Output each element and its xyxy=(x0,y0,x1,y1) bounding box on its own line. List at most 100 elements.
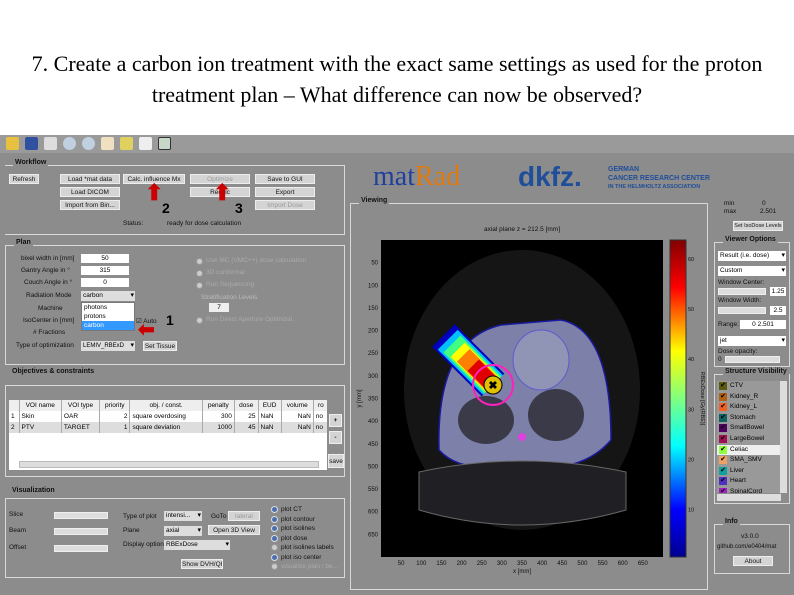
structure-item[interactable]: ✔ SpinalCord xyxy=(717,486,781,493)
cell[interactable]: square deviation xyxy=(129,422,203,433)
structure-item[interactable]: ✔ CTV xyxy=(717,381,781,392)
radmode-select[interactable]: carbon xyxy=(81,291,135,301)
set-tissue-button[interactable]: Set Tissue xyxy=(143,341,177,351)
cell[interactable]: no xyxy=(313,422,327,433)
vertical-scrollbar[interactable] xyxy=(780,381,787,493)
gantry-input[interactable]: 315 xyxy=(81,266,129,275)
zoom-in-icon[interactable] xyxy=(63,137,76,150)
open-icon[interactable] xyxy=(6,137,19,150)
conformal-radio[interactable] xyxy=(196,270,203,277)
plot-option-radio[interactable]: plot isolines xyxy=(271,524,338,534)
plot-option-radio[interactable]: plot iso center xyxy=(271,553,338,563)
window-center-input[interactable]: 1.25 xyxy=(770,287,786,296)
check-icon[interactable]: ✔ xyxy=(719,392,727,401)
option-photons[interactable]: photons xyxy=(82,303,134,312)
cell[interactable]: 300 xyxy=(202,411,235,422)
structure-item[interactable]: ✔ Liver xyxy=(717,465,781,477)
cell[interactable]: NaN xyxy=(281,422,314,433)
structure-item[interactable]: ✔ Heart xyxy=(717,476,781,487)
cell[interactable]: 25 xyxy=(234,411,259,422)
range-input[interactable]: 0 2.501 xyxy=(740,320,786,329)
window-width-input[interactable]: 2.5 xyxy=(770,306,786,315)
check-icon[interactable]: ✔ xyxy=(719,382,727,390)
cell[interactable]: no xyxy=(313,411,327,422)
plot-option-radio[interactable]: plot dose xyxy=(271,534,338,544)
type-select[interactable]: intensi... xyxy=(164,511,202,521)
check-icon[interactable]: ✔ xyxy=(719,445,727,454)
import-bin-button[interactable]: Import from Bin... xyxy=(60,200,120,210)
datacursor-icon[interactable] xyxy=(120,137,133,150)
window-width-slider[interactable] xyxy=(718,307,766,314)
colormap-select[interactable]: jet xyxy=(718,336,786,346)
table-row[interactable]: 2 PTV TARGET 1 square deviation 1000 45 NaN NaN n… xyxy=(9,422,327,433)
window-preset-select[interactable]: Custom xyxy=(718,266,786,276)
structure-item[interactable]: ✔ Celiac xyxy=(717,444,781,456)
cell[interactable]: NaN xyxy=(281,411,314,422)
slice-slider[interactable] xyxy=(54,512,108,519)
beam-slider[interactable] xyxy=(54,528,108,535)
remove-objective-button[interactable]: - xyxy=(329,431,342,444)
table-row[interactable]: 1 Skin OAR 2 square overdosing 300 25 NaN NaN no xyxy=(9,411,327,422)
add-objective-button[interactable]: + xyxy=(329,414,342,427)
cell[interactable]: 1 xyxy=(99,422,131,433)
github-link[interactable]: github.com/e0404/mat xyxy=(717,544,776,550)
cell[interactable]: NaN xyxy=(258,422,282,433)
bixel-input[interactable]: 50 xyxy=(81,254,129,263)
cell[interactable]: 2 xyxy=(99,411,131,422)
check-icon[interactable]: ✔ xyxy=(719,456,727,465)
check-icon[interactable]: ✔ xyxy=(719,424,727,433)
structure-item[interactable]: ✔ Stomach xyxy=(717,412,781,424)
cell[interactable]: TARGET xyxy=(61,422,101,433)
option-carbon[interactable]: carbon xyxy=(82,321,134,330)
strat-input[interactable]: 7 xyxy=(209,303,229,312)
set-isodose-button[interactable]: Set IsoDose Levels xyxy=(733,221,783,231)
check-icon[interactable]: ✔ xyxy=(719,403,727,412)
export-button[interactable]: Export xyxy=(255,187,315,197)
opacity-slider[interactable] xyxy=(725,356,780,363)
zoom-out-icon[interactable] xyxy=(82,137,95,150)
display-select[interactable]: RBExDose xyxy=(164,540,230,550)
plot-option-radio[interactable]: plot CT xyxy=(271,505,338,515)
plane-select[interactable]: axial xyxy=(164,526,202,536)
sequencing-radio[interactable] xyxy=(196,282,203,289)
cell[interactable]: NaN xyxy=(258,411,282,422)
cell[interactable]: PTV xyxy=(19,422,62,433)
about-button[interactable]: About xyxy=(733,556,773,566)
load-dicom-button[interactable]: Load DICOM xyxy=(60,187,120,197)
structure-item[interactable]: ✔ Kidney_L xyxy=(717,402,781,413)
plot-option-radio[interactable]: plot contour xyxy=(271,515,338,525)
import-dose-button[interactable]: Import Dose xyxy=(255,200,315,210)
load-mat-button[interactable]: Load *mat data xyxy=(60,174,120,184)
save-icon[interactable] xyxy=(25,137,38,150)
pan-icon[interactable] xyxy=(101,137,114,150)
cell[interactable]: square overdosing xyxy=(129,411,203,422)
plot-option-radio[interactable]: plot isolines labels xyxy=(271,543,338,553)
cell[interactable]: OAR xyxy=(61,411,101,422)
colorbar-icon[interactable] xyxy=(158,137,171,150)
open-3d-button[interactable]: Open 3D View xyxy=(208,525,260,535)
horizontal-scrollbar[interactable] xyxy=(19,461,319,468)
lateral-button[interactable]: lateral xyxy=(228,511,260,521)
check-icon[interactable]: ✔ xyxy=(719,477,727,486)
dao-radio[interactable] xyxy=(196,317,203,324)
display-select[interactable]: Result (i.e. dose) xyxy=(718,251,786,261)
save-objectives-button[interactable]: save xyxy=(328,454,344,468)
structure-item[interactable]: ✔ SMA_SMV xyxy=(717,455,781,466)
plot-option-radio[interactable]: visualize plan / be... xyxy=(271,562,338,572)
structure-item[interactable]: ✔ Kidney_R xyxy=(717,391,781,403)
check-icon[interactable]: ✔ xyxy=(719,413,727,422)
structure-item[interactable]: ✔ LargeBowel xyxy=(717,433,781,445)
cell[interactable]: Skin xyxy=(19,411,62,422)
check-icon[interactable]: ✔ xyxy=(719,434,727,443)
mc-radio[interactable] xyxy=(196,258,203,265)
couch-input[interactable]: 0 xyxy=(81,278,129,287)
show-dvh-button[interactable]: Show DVH/QI xyxy=(181,559,223,569)
horizontal-scrollbar[interactable] xyxy=(717,494,781,501)
cell[interactable]: 45 xyxy=(234,422,259,433)
opt-select[interactable]: LEMIV_RBExD xyxy=(81,341,135,351)
save-gui-button[interactable]: Save to GUI xyxy=(255,174,315,184)
option-protons[interactable]: protons xyxy=(82,312,134,321)
dose-plot[interactable]: axial plane z = 212.5 [mm] ✖ 50 100 150 200 25… xyxy=(351,204,707,589)
offset-slider[interactable] xyxy=(54,545,108,552)
check-icon[interactable]: ✔ xyxy=(719,466,727,475)
